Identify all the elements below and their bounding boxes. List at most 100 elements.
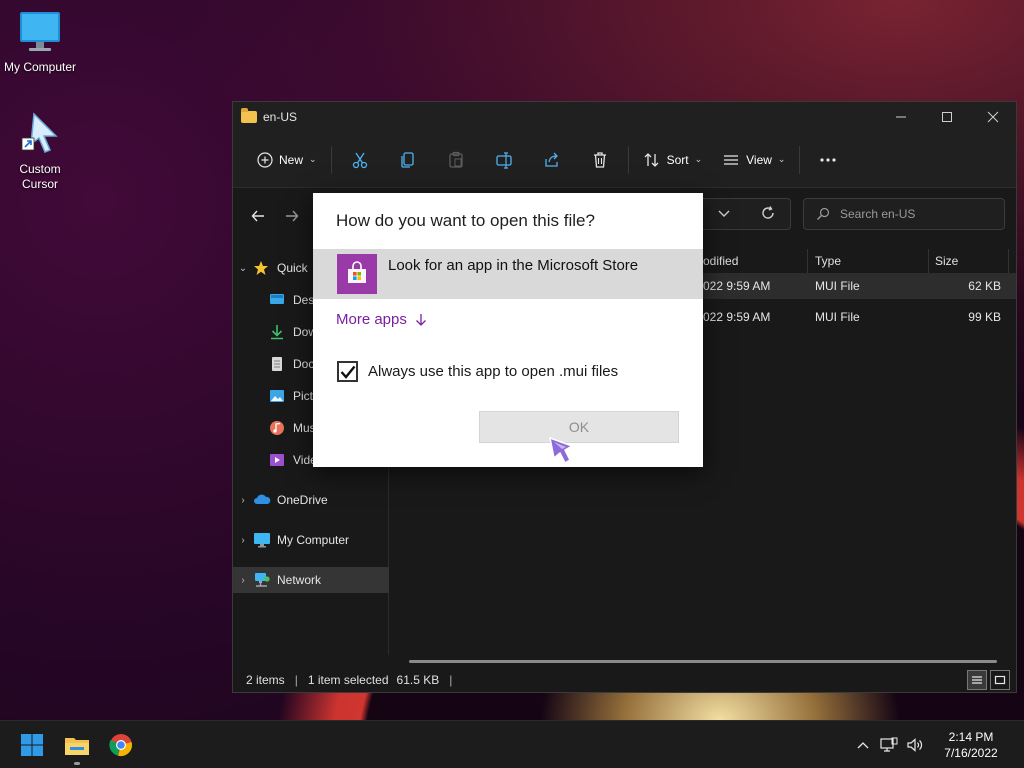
ok-button[interactable]: OK — [479, 411, 679, 443]
chevron-down-icon — [718, 210, 730, 217]
always-use-label: Always use this app to open .mui files — [368, 363, 619, 380]
large-icons-view-button[interactable] — [990, 670, 1010, 690]
taskbar-file-explorer[interactable] — [61, 729, 93, 765]
selection-count: 1 item selected — [307, 673, 389, 687]
taskbar-chrome[interactable] — [105, 729, 137, 761]
address-bar-end — [703, 198, 791, 230]
always-use-checkbox-row[interactable]: Always use this app to open .mui files — [337, 361, 618, 382]
monitor-icon — [16, 8, 64, 56]
chevron-up-icon — [857, 742, 869, 749]
view-list-icon — [724, 154, 739, 165]
column-header-date-modified[interactable]: odified — [703, 254, 738, 268]
option-label: Look for an app in the Microsoft Store — [388, 257, 639, 274]
column-divider[interactable] — [928, 249, 929, 273]
title-bar[interactable]: en-US — [233, 102, 1016, 132]
sort-icon — [644, 152, 659, 167]
more-apps-link[interactable]: More apps — [336, 311, 427, 328]
folder-icon — [241, 108, 257, 123]
new-button[interactable]: New ⌄ — [247, 144, 327, 176]
nav-item-my-computer[interactable]: › My Computer — [233, 527, 389, 553]
new-label: New — [279, 152, 304, 167]
chevron-right-icon[interactable]: › — [233, 575, 253, 586]
more-icon — [820, 157, 837, 162]
desktop-icon-my-computer[interactable]: My Computer — [0, 8, 80, 75]
volume-button[interactable] — [902, 732, 928, 758]
column-divider[interactable] — [807, 249, 808, 273]
copy-button[interactable] — [384, 144, 432, 176]
selection-size: 61.5 KB — [396, 673, 440, 687]
desktop-icon-custom-cursor[interactable]: Custom Cursor — [0, 110, 80, 192]
chevron-down-icon[interactable]: ⌄ — [233, 263, 253, 274]
show-hidden-icons-button[interactable] — [850, 732, 876, 758]
forward-button[interactable] — [275, 200, 309, 232]
column-header-type[interactable]: Type — [815, 254, 841, 268]
cut-button[interactable] — [336, 144, 384, 176]
share-icon — [544, 152, 558, 167]
network-status-button[interactable] — [876, 732, 902, 758]
delete-button[interactable] — [576, 144, 624, 176]
nav-label: Pict — [293, 389, 314, 403]
microsoft-store-option[interactable]: Look for an app in the Microsoft Store — [313, 249, 703, 299]
row-modified: 022 9:59 AM — [703, 279, 771, 293]
ok-label: OK — [568, 419, 590, 435]
window-controls — [878, 102, 1016, 132]
toolbar-separator — [799, 145, 801, 174]
view-button[interactable]: View ⌄ — [712, 144, 795, 176]
row-size: 62 KB — [968, 279, 1001, 293]
nav-label: Network — [277, 573, 322, 587]
status-bar: 2 items | 1 item selected 61.5 KB | — [233, 668, 1016, 692]
column-divider[interactable] — [1008, 249, 1009, 273]
address-dropdown-button[interactable] — [718, 207, 730, 221]
chevron-down-icon: ⌄ — [694, 154, 703, 164]
plus-circle-icon — [257, 151, 273, 168]
column-header-size[interactable]: Size — [935, 254, 958, 268]
more-options-button[interactable] — [804, 144, 852, 176]
search-input[interactable]: Search en-US — [803, 198, 1005, 230]
desktop-folder-icon — [269, 292, 287, 308]
paste-icon — [448, 151, 463, 168]
chevron-down-icon: ⌄ — [777, 154, 786, 164]
back-button[interactable] — [241, 200, 275, 232]
clock[interactable]: 2:14 PM 7/16/2022 — [934, 729, 1008, 761]
chevron-right-icon[interactable]: › — [233, 495, 253, 506]
sort-button[interactable]: Sort ⌄ — [633, 144, 713, 176]
music-icon — [269, 420, 287, 436]
row-size: 99 KB — [968, 310, 1001, 324]
minimize-button[interactable] — [878, 102, 924, 132]
view-label: View — [746, 152, 772, 167]
refresh-icon — [762, 205, 774, 219]
toolbar-separator — [627, 145, 629, 174]
pictures-icon — [269, 388, 287, 404]
maximize-button[interactable] — [924, 102, 970, 132]
download-icon — [269, 324, 287, 340]
network-monitor-icon — [880, 737, 898, 752]
paste-button[interactable] — [432, 144, 480, 176]
windows-logo-icon — [21, 734, 43, 756]
nav-item-network[interactable]: › Network — [233, 567, 389, 593]
sort-label: Sort — [666, 152, 689, 167]
search-icon — [817, 207, 830, 220]
system-tray: 2:14 PM 7/16/2022 — [850, 721, 1024, 768]
document-icon — [269, 356, 287, 372]
always-use-checkbox[interactable] — [337, 361, 358, 382]
more-apps-label: More apps — [336, 311, 407, 328]
rename-button[interactable] — [480, 144, 528, 176]
close-button[interactable] — [970, 102, 1016, 132]
custom-mouse-cursor-icon — [548, 436, 578, 466]
chrome-icon — [109, 734, 132, 756]
nav-item-onedrive[interactable]: › OneDrive — [233, 487, 389, 513]
nav-label: OneDrive — [277, 493, 328, 507]
start-button[interactable] — [16, 729, 48, 761]
folder-icon — [65, 738, 89, 755]
refresh-button[interactable] — [761, 205, 775, 223]
custom-cursor-icon — [16, 110, 64, 158]
horizontal-scrollbar[interactable] — [409, 660, 997, 663]
chevron-right-icon[interactable]: › — [233, 535, 253, 546]
share-button[interactable] — [528, 144, 576, 176]
details-view-button[interactable] — [967, 670, 987, 690]
search-placeholder: Search en-US — [840, 207, 916, 221]
minimize-icon — [896, 116, 906, 118]
view-toggles — [967, 670, 1010, 690]
nav-label: Doc — [293, 357, 315, 371]
chevron-down-icon: ⌄ — [309, 154, 317, 164]
